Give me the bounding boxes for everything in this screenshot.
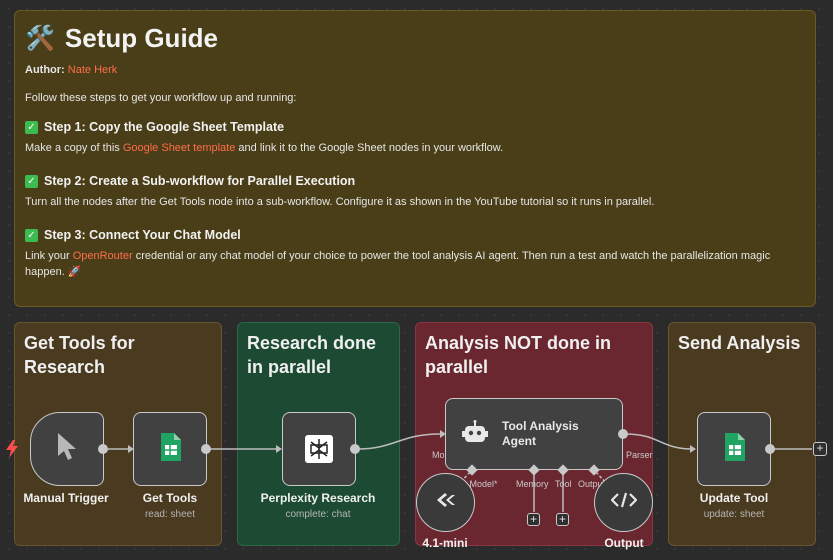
perplexity-sub: complete: chat [285,509,351,520]
perplexity-node[interactable] [282,412,356,486]
manual-trigger-label: Manual Trigger [23,491,109,505]
get-tools-label: Get Tools [142,491,198,505]
model-label: 4.1-mini [422,536,468,550]
output-port[interactable] [765,444,775,454]
google-sheets-icon [723,432,745,466]
wire-perplexity-agent [356,433,441,450]
get-tools-sub: read: sheet [144,509,196,520]
output-label: Output [604,536,644,550]
output-port[interactable] [98,444,108,454]
update-tool-label: Update Tool [699,491,769,505]
memory-port-label: Memory [516,479,549,489]
update-tool-node[interactable] [697,412,771,486]
bolt-icon [6,440,18,463]
arrow-head [690,445,696,453]
output-port[interactable] [350,444,360,454]
agent-label: Tool Analysis Agent [502,419,579,448]
tool-analysis-agent-node[interactable]: Tool Analysis Agent [445,398,623,470]
wire-agent-update [624,433,694,450]
add-tool-button[interactable]: + [556,513,569,526]
right-port-stub: Parser [626,450,653,460]
output-port[interactable] [618,429,628,439]
tool-port-label: Tool [555,479,572,489]
openai-icon [435,491,457,514]
manual-trigger-node[interactable] [30,412,104,486]
add-node-button[interactable]: + [813,442,827,456]
perplexity-icon [305,435,333,463]
get-tools-node[interactable] [133,412,207,486]
update-tool-sub: update: sheet [703,509,765,520]
robot-icon [462,419,488,449]
cursor-icon [56,432,78,467]
chat-model-node[interactable] [416,473,475,532]
code-icon [609,491,638,514]
perplexity-label: Perplexity Research [260,491,376,505]
output-port[interactable] [201,444,211,454]
left-port-stub: Mo [432,450,445,460]
output-parser-node[interactable] [594,473,653,532]
google-sheets-icon [159,432,181,466]
add-memory-button[interactable]: + [527,513,540,526]
